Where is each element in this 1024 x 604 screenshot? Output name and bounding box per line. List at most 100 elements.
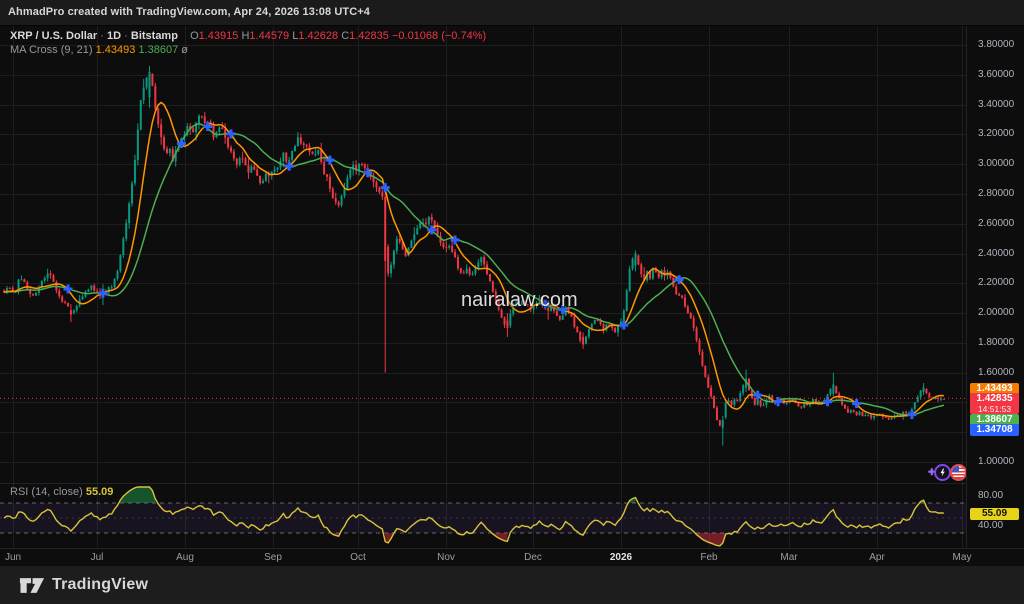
candle bbox=[864, 415, 866, 416]
candle bbox=[323, 162, 325, 174]
candle bbox=[725, 402, 727, 417]
candle bbox=[375, 182, 377, 187]
candle bbox=[731, 401, 733, 405]
candle bbox=[943, 399, 945, 400]
candle bbox=[9, 288, 11, 289]
candle bbox=[617, 326, 619, 332]
candle bbox=[291, 151, 293, 160]
candle bbox=[445, 247, 447, 248]
candle bbox=[594, 320, 596, 324]
grid-lines bbox=[0, 26, 966, 548]
candle bbox=[637, 256, 639, 265]
watermark-text: nairalaw.com bbox=[461, 289, 578, 312]
candle bbox=[399, 239, 401, 242]
candle bbox=[632, 259, 634, 269]
candle bbox=[265, 174, 267, 181]
us-flag-icon[interactable] bbox=[950, 464, 967, 481]
candle bbox=[338, 202, 340, 205]
candle bbox=[457, 257, 459, 268]
candle bbox=[847, 409, 849, 413]
open-label: O bbox=[190, 30, 199, 42]
candle bbox=[221, 127, 223, 129]
candle bbox=[73, 310, 75, 313]
rsi-axis-tick: 40.00 bbox=[978, 520, 1003, 531]
candle bbox=[451, 246, 453, 252]
candle bbox=[306, 145, 308, 146]
tradingview-logo[interactable]: TradingView bbox=[19, 576, 148, 594]
candle bbox=[701, 352, 703, 366]
candle bbox=[169, 149, 171, 153]
price-axis[interactable]: 3.800003.600003.400003.200003.000002.800… bbox=[966, 26, 1024, 548]
candle bbox=[442, 243, 444, 247]
price-axis-tick: 2.20000 bbox=[978, 277, 1014, 288]
exchange-label[interactable]: Bitstamp bbox=[131, 30, 178, 42]
time-axis[interactable]: JunJulAugSepOctNovDec2026FebMarAprMay bbox=[0, 548, 1024, 566]
interval-label[interactable]: 1D bbox=[107, 30, 121, 42]
candle bbox=[681, 296, 683, 298]
candle bbox=[122, 239, 124, 255]
ma-cross-markers bbox=[64, 122, 917, 419]
candle bbox=[236, 158, 238, 164]
candle bbox=[835, 386, 837, 393]
tradingview-snapshot: AhmadPro created with TradingView.com, A… bbox=[0, 0, 1024, 604]
rsi-legend-row[interactable]: RSI (14, close) 55.09 bbox=[10, 486, 113, 498]
indicator-options-icon[interactable]: ø bbox=[181, 44, 188, 56]
candle bbox=[448, 246, 450, 248]
candle bbox=[314, 154, 316, 155]
candle bbox=[50, 274, 52, 276]
candle bbox=[134, 160, 136, 183]
ma-fast-value: 1.43493 bbox=[96, 44, 136, 56]
rsi-params: (14, close) bbox=[31, 486, 82, 498]
candle bbox=[754, 398, 756, 405]
candle bbox=[914, 402, 916, 409]
symbol-legend-row[interactable]: XRP / U.S. Dollar · 1D · Bitstamp O1.439… bbox=[10, 29, 486, 43]
candle bbox=[294, 146, 296, 151]
price-axis-tick: 2.40000 bbox=[978, 248, 1014, 259]
time-axis-label: Mar bbox=[780, 552, 797, 563]
candle bbox=[733, 399, 735, 405]
candle bbox=[163, 137, 165, 149]
candle bbox=[47, 274, 49, 278]
price-axis-tick: 3.00000 bbox=[978, 158, 1014, 169]
candle bbox=[859, 412, 861, 415]
candle bbox=[573, 317, 575, 327]
candle bbox=[917, 397, 919, 402]
candle bbox=[149, 72, 151, 97]
candle bbox=[690, 313, 692, 318]
price-axis-tick: 3.20000 bbox=[978, 128, 1014, 139]
candle bbox=[925, 389, 927, 393]
candle bbox=[358, 164, 360, 170]
rsi-name[interactable]: RSI bbox=[10, 486, 28, 498]
indicator-legend-row[interactable]: MA Cross (9, 21) 1.43493 1.38607 ø bbox=[10, 43, 486, 57]
candle bbox=[763, 405, 765, 406]
candle bbox=[623, 311, 625, 322]
chart-legend: XRP / U.S. Dollar · 1D · Bitstamp O1.439… bbox=[10, 29, 486, 57]
cross-value-badge: 1.34708 bbox=[970, 424, 1019, 436]
price-chart-svg[interactable] bbox=[0, 26, 966, 548]
candle bbox=[114, 279, 116, 287]
boost-icon[interactable]: ✚ bbox=[928, 463, 950, 482]
candle bbox=[454, 252, 456, 257]
rsi-value: 55.09 bbox=[86, 486, 114, 498]
candle bbox=[428, 217, 430, 224]
candle bbox=[58, 290, 60, 296]
candle bbox=[245, 159, 247, 166]
candle bbox=[166, 149, 168, 153]
price-axis-tick: 2.60000 bbox=[978, 218, 1014, 229]
candle bbox=[472, 274, 474, 275]
candle bbox=[416, 228, 418, 234]
candle bbox=[923, 388, 925, 392]
ma-fast-line[interactable] bbox=[4, 103, 944, 417]
candle bbox=[64, 302, 66, 303]
candle bbox=[160, 124, 162, 137]
price-axis-tick: 3.60000 bbox=[978, 69, 1014, 80]
candle bbox=[151, 74, 153, 86]
indicator-name[interactable]: MA Cross bbox=[10, 44, 58, 56]
candle bbox=[719, 420, 721, 425]
candle bbox=[626, 291, 628, 311]
candle bbox=[920, 390, 922, 396]
candle bbox=[93, 286, 95, 291]
change-value: −0.01068 (−0.74%) bbox=[392, 30, 486, 42]
symbol-name[interactable]: XRP / U.S. Dollar bbox=[10, 30, 97, 42]
rsi-value-badge: 55.09 bbox=[970, 508, 1019, 520]
